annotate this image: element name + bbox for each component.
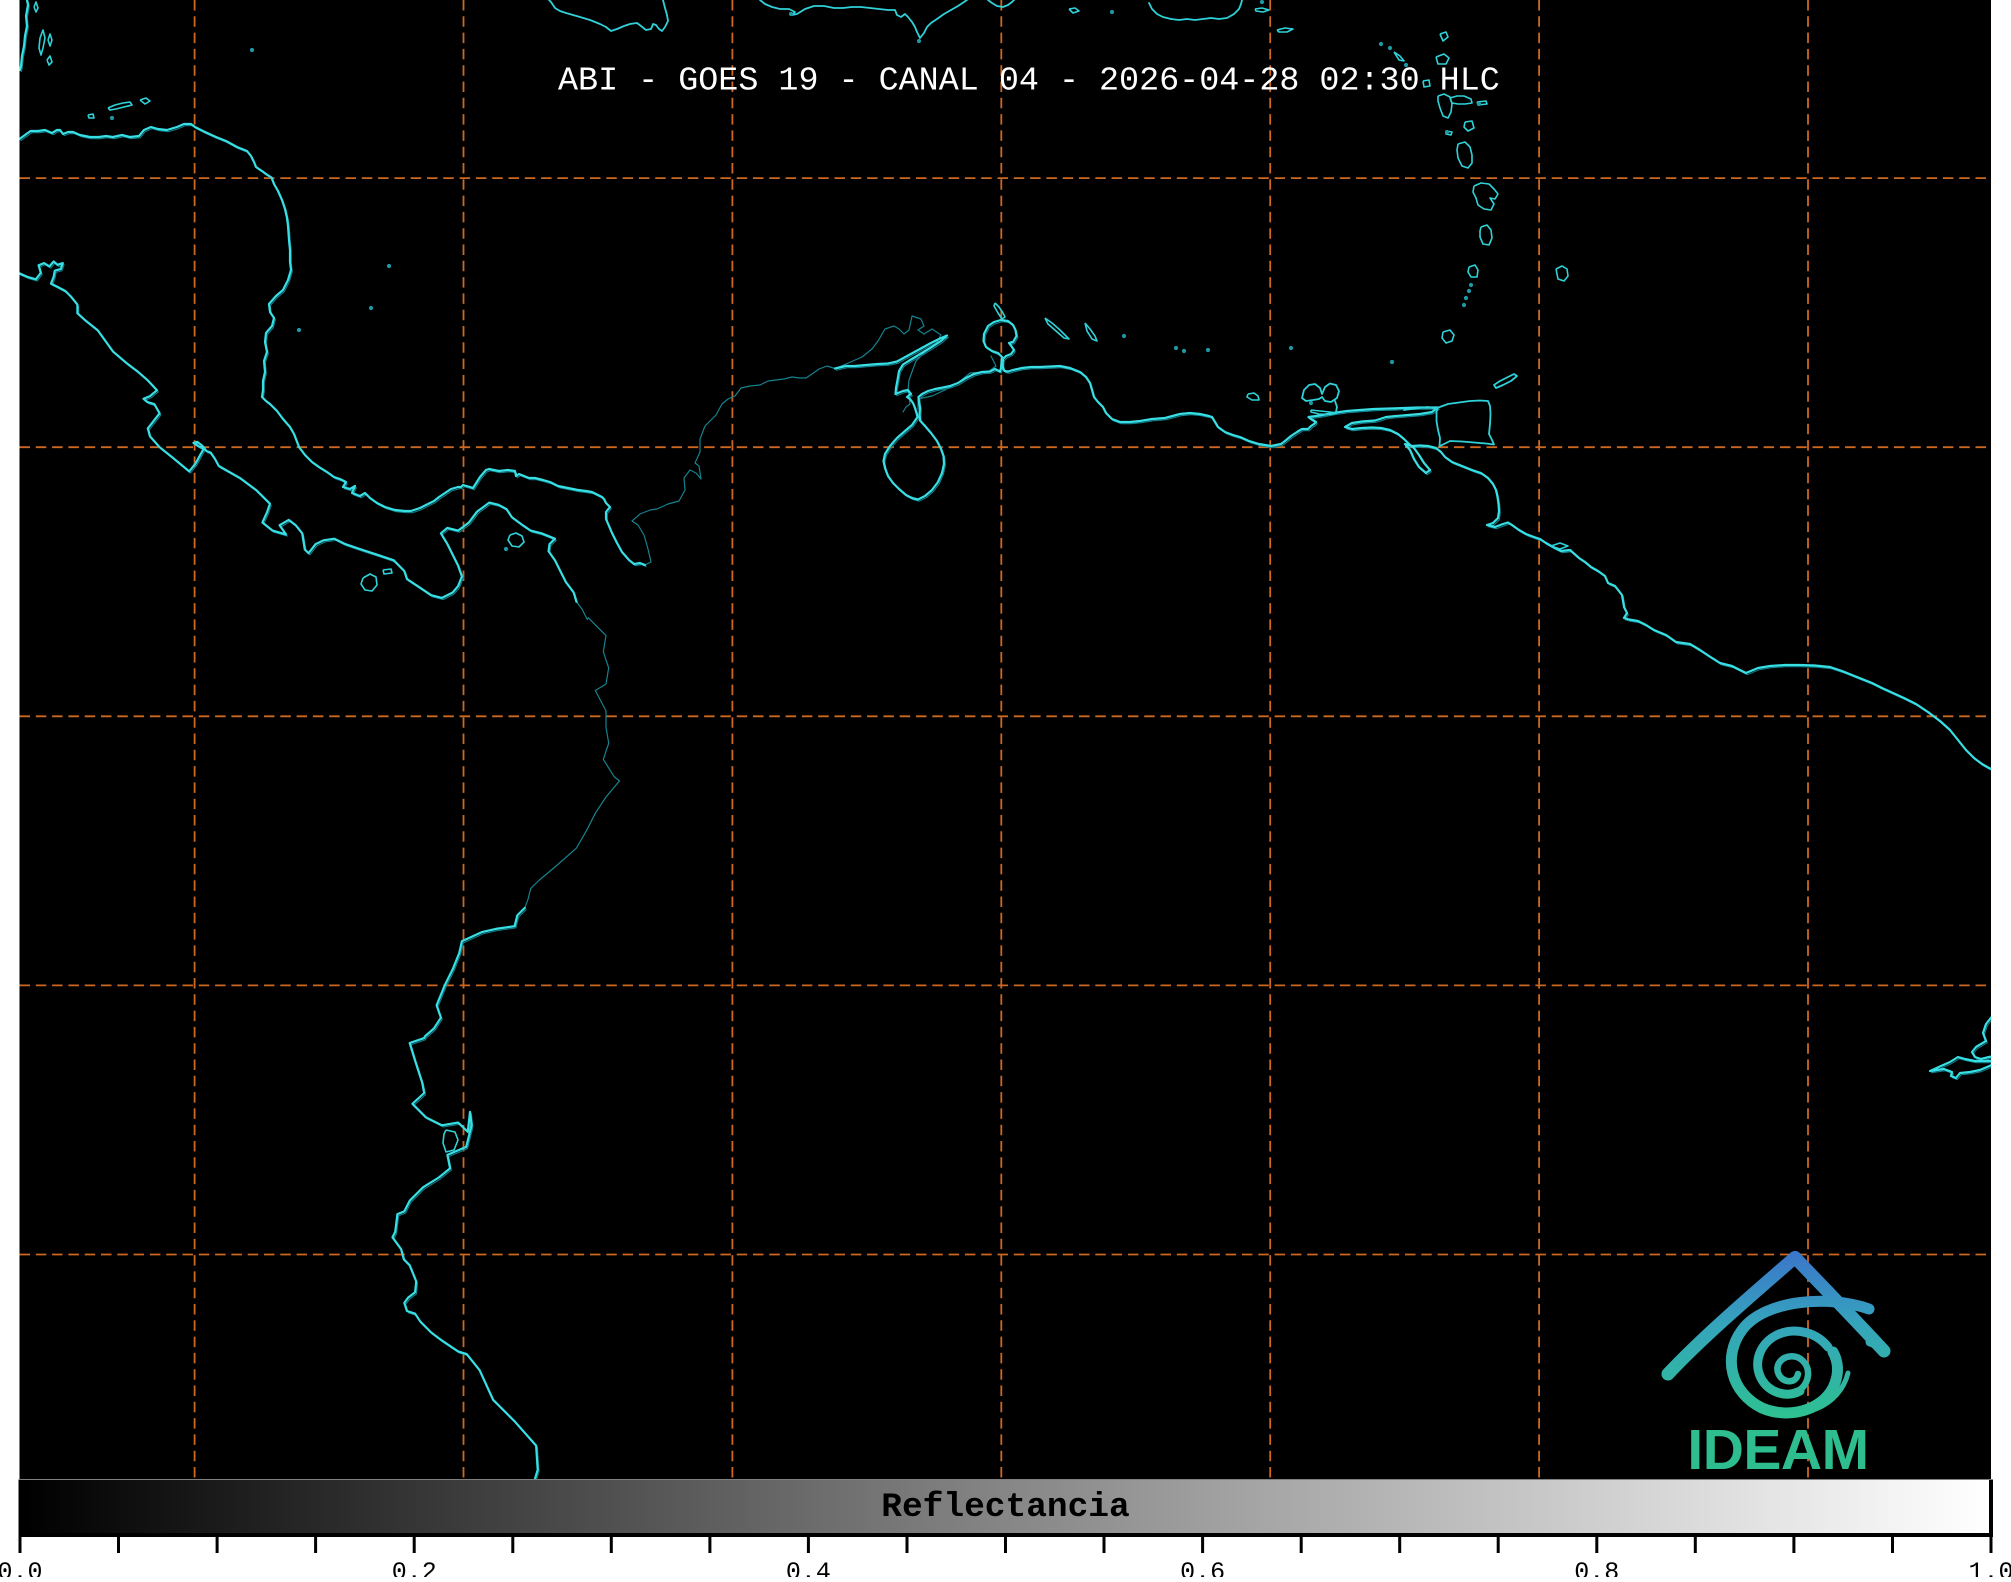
svg-text:0.2: 0.2 [392, 1558, 437, 1577]
svg-text:0.4: 0.4 [786, 1558, 831, 1577]
svg-text:1.0: 1.0 [1968, 1558, 2011, 1577]
svg-text:0.8: 0.8 [1574, 1558, 1619, 1577]
svg-text:ABI - GOES 19 - CANAL 04 - 202: ABI - GOES 19 - CANAL 04 - 2026-04-28 02… [558, 63, 1500, 101]
svg-text:0.6: 0.6 [1180, 1558, 1225, 1577]
svg-text:Reflectancia: Reflectancia [881, 1488, 1129, 1527]
svg-text:0.0: 0.0 [0, 1558, 43, 1577]
svg-text:IDEAM: IDEAM [1687, 1418, 1868, 1482]
